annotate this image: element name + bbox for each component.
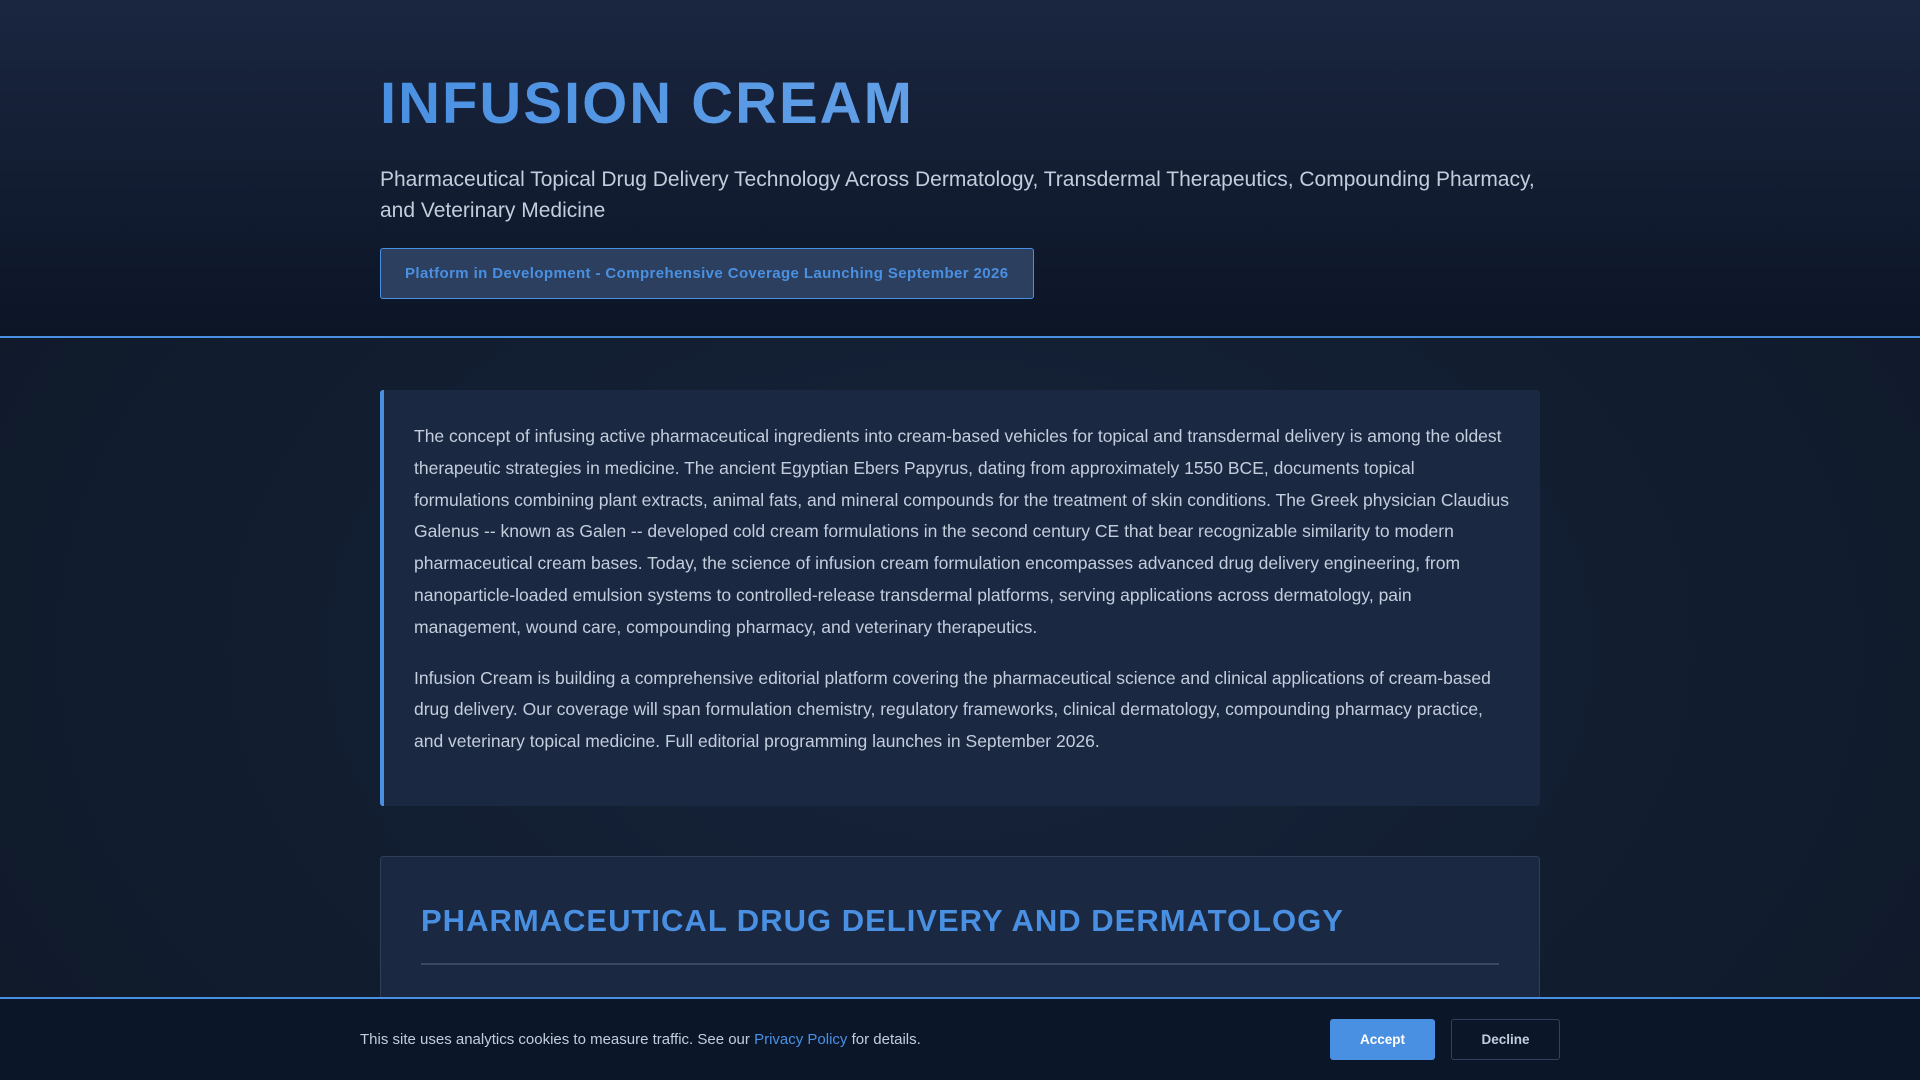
cookie-banner: This site uses analytics cookies to meas… bbox=[0, 997, 1920, 1080]
decline-button[interactable]: Decline bbox=[1451, 1019, 1560, 1060]
cookie-text: for details. bbox=[847, 1031, 921, 1048]
cookie-message: This site uses analytics cookies to meas… bbox=[360, 1031, 1330, 1048]
intro-paragraph: Infusion Cream is building a comprehensi… bbox=[414, 667, 1491, 752]
section-heading: PHARMACEUTICAL DRUG DELIVERY AND DERMATO… bbox=[421, 903, 1344, 938]
intro-box: The concept of infusing active pharmaceu… bbox=[380, 390, 1540, 806]
development-badge: Platform in Development - Comprehensive … bbox=[380, 248, 1034, 299]
site-subtitle: Pharmaceutical Topical Drug Delivery Tec… bbox=[380, 168, 1535, 222]
cookie-text: This site uses analytics cookies to meas… bbox=[360, 1031, 755, 1048]
privacy-policy-link[interactable]: Privacy Policy bbox=[754, 1031, 847, 1048]
accept-button[interactable]: Accept bbox=[1330, 1019, 1435, 1060]
site-title: INFUSION CREAM bbox=[380, 70, 1920, 138]
hero-header: INFUSION CREAM Pharmaceutical Topical Dr… bbox=[0, 0, 1920, 338]
section-divider bbox=[421, 963, 1499, 965]
intro-paragraph: The concept of infusing active pharmaceu… bbox=[414, 426, 1509, 637]
